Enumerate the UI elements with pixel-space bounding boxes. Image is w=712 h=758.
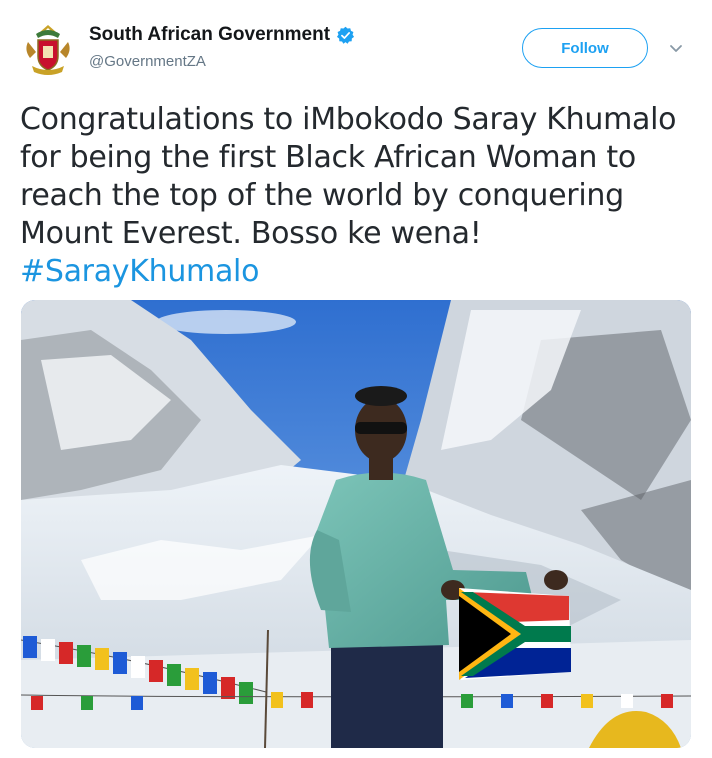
follow-button[interactable]: Follow [522, 28, 648, 68]
author-block[interactable]: South African Government @GovernmentZA [89, 24, 355, 70]
hashtag-link[interactable]: #SarayKhumalo [20, 253, 700, 291]
coat-of-arms-icon[interactable] [22, 22, 74, 78]
tweet-text: Congratulations to iMbokodo Saray Khumal… [20, 101, 700, 291]
tweet-photo[interactable] [21, 300, 691, 748]
chevron-down-icon[interactable] [668, 40, 684, 56]
display-name[interactable]: South African Government [89, 24, 330, 46]
everest-photo-illustration [21, 300, 691, 748]
south-african-flag [459, 588, 571, 680]
verified-badge-icon [336, 26, 355, 45]
name-row: South African Government [89, 24, 355, 46]
tweet-text-line: Mount Everest. Bosso ke wena! [20, 216, 482, 251]
tweet-text-line: for being the first Black African Woman … [20, 140, 636, 175]
tweet-text-line: Congratulations to iMbokodo Saray Khumal… [20, 102, 677, 137]
tweet-card: South African Government @GovernmentZA F… [0, 0, 712, 758]
tweet-text-line: reach the top of the world by conquering [20, 178, 624, 213]
author-handle[interactable]: @GovernmentZA [89, 53, 355, 70]
